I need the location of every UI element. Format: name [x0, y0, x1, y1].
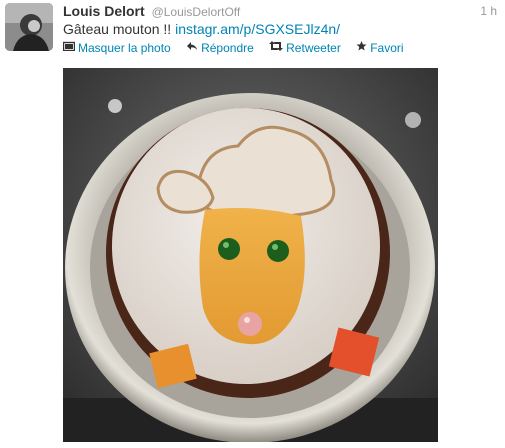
favorite-label: Favori	[370, 41, 404, 55]
tweet-link[interactable]: instagr.am/p/SGXSEJlz4n/	[175, 21, 340, 37]
reply-arrow-icon	[186, 41, 198, 55]
hide-photo-label: Masquer la photo	[78, 41, 171, 55]
tweet-timestamp[interactable]: 1 h	[480, 4, 497, 18]
retweet-label: Retweeter	[286, 41, 341, 55]
tweet-text-body: Gâteau mouton !!	[63, 21, 176, 37]
tweet-text: Gâteau mouton !! instagr.am/p/SGXSEJlz4n…	[63, 20, 340, 38]
reply-label: Répondre	[201, 41, 254, 55]
tweet-actions: Masquer la photo Répondre Retweeter Favo…	[62, 40, 416, 55]
avatar[interactable]	[5, 3, 53, 51]
retweet-button[interactable]: Retweeter	[269, 41, 341, 55]
tweet-header: Louis Delort @LouisDelortOff	[63, 2, 240, 21]
star-icon	[356, 41, 367, 55]
hide-photo-button[interactable]: Masquer la photo	[62, 41, 171, 55]
author-fullname[interactable]: Louis Delort	[63, 3, 145, 19]
tweet-photo[interactable]	[63, 68, 438, 442]
reply-button[interactable]: Répondre	[186, 41, 254, 55]
tweet: Louis Delort @LouisDelortOff 1 h Gâteau …	[0, 0, 505, 448]
favorite-button[interactable]: Favori	[356, 41, 404, 55]
retweet-icon	[269, 41, 284, 55]
photo-icon	[62, 41, 76, 55]
author-username[interactable]: @LouisDelortOff	[152, 5, 241, 19]
